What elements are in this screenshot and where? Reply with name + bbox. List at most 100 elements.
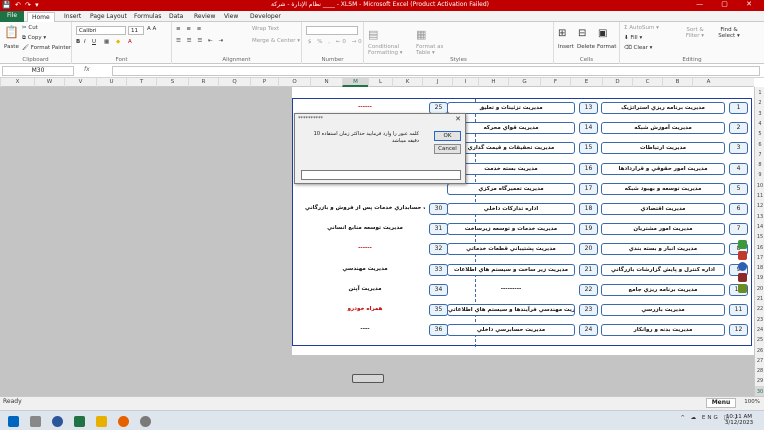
sheet-tab-menu[interactable]: Menu <box>706 398 736 408</box>
menu-item-label[interactable]: مديريت بسته خدمت <box>447 162 575 175</box>
menu-item-7[interactable]: 7 مديريت امور مشتريان <box>601 223 749 236</box>
menu-item-number[interactable]: 36 <box>429 324 448 337</box>
window-controls[interactable]: — ▢ ✕ <box>696 0 760 8</box>
menu-item-label[interactable]: مديريت امور حقوقي و قراردادها <box>601 162 725 175</box>
column-header-V[interactable]: V <box>64 78 96 87</box>
menu-item-label[interactable]: مديريت آموزش شبکه <box>601 122 725 135</box>
menu-item-number[interactable]: 20 <box>579 243 598 256</box>
star-icon[interactable] <box>737 262 747 271</box>
menu-item-label[interactable]: مديريت آپتن <box>305 284 425 296</box>
align-left-icons[interactable]: ☰ ☰ ☰ ⇤ ⇥ <box>176 38 225 44</box>
autosum-button[interactable]: Σ AutoSum ▾ <box>624 25 659 31</box>
folder-icon[interactable] <box>737 284 747 293</box>
menu-item-label[interactable]: مديريت بازرسي <box>601 304 725 316</box>
menu-item-number[interactable]: 6 <box>729 203 748 215</box>
paste-button[interactable]: Paste <box>4 44 19 50</box>
menu-item-3[interactable]: 3 مديريت ارتباطات <box>601 142 749 155</box>
column-header-P[interactable]: P <box>250 78 278 87</box>
menu-item-label[interactable]: اداره كنترل و پايش گزارشات بازرگاني <box>601 263 725 276</box>
password-input[interactable] <box>301 170 461 180</box>
menu-item-number[interactable]: 15 <box>579 142 598 155</box>
menu-item-label[interactable]: مديريت قواي محركه <box>447 122 575 135</box>
menu-item-number[interactable]: 14 <box>579 122 598 135</box>
tab-insert[interactable]: Insert <box>60 12 85 22</box>
copy-button[interactable]: ⧉ Copy ▾ <box>22 35 46 42</box>
zoom-level[interactable]: 100% <box>744 399 760 405</box>
book-icon[interactable] <box>737 273 747 282</box>
menu-item-21[interactable]: 21 مديريت زير ساخت و سيستم هاي اطلاعات <box>447 263 599 276</box>
fx-icon[interactable]: fx <box>84 66 90 73</box>
menu-item-number[interactable]: 22 <box>579 283 598 296</box>
menu-item-number[interactable]: 30 <box>429 203 448 215</box>
format-as-table-button[interactable]: Format as Table ▾ <box>416 44 446 56</box>
menu-item-number[interactable]: 7 <box>729 223 748 236</box>
menu-item-label[interactable]: مديريت ارتباطات <box>601 142 725 155</box>
format-cells-icon[interactable]: ▣ <box>598 28 607 39</box>
menu-item-label[interactable]: مديريت اقتصادي <box>601 203 725 215</box>
menu-item-label[interactable]: مديريت خدمات و توسعه زيرساخت <box>447 223 575 236</box>
column-header-N[interactable]: N <box>310 78 342 87</box>
menu-item-22[interactable]: 22 --------- <box>447 283 599 296</box>
menu-item-number[interactable]: 32 <box>429 243 448 256</box>
column-header-H[interactable]: H <box>478 78 508 87</box>
task-view-icon[interactable] <box>30 416 41 427</box>
menu-item-number[interactable]: 12 <box>729 324 748 337</box>
column-header-Q[interactable]: Q <box>218 78 250 87</box>
column-header-E[interactable]: E <box>570 78 602 87</box>
menu-item-label[interactable]: مديريت تعميرگاه مركزي <box>447 182 575 195</box>
menu-item-number[interactable]: 3 <box>729 142 748 155</box>
menu-item-number[interactable]: 21 <box>579 263 598 276</box>
column-header-C[interactable]: C <box>632 78 662 87</box>
tab-view[interactable]: View <box>220 12 242 22</box>
column-header-D[interactable]: D <box>602 78 632 87</box>
menu-item-label[interactable]: مديريت تحقيقات و قيمت گذاري <box>447 142 575 155</box>
menu-item-label[interactable]: همراه خودرو <box>305 304 425 316</box>
menu-item-10[interactable]: 10مديريت برنامه ريزي جامع <box>601 283 749 296</box>
format-table-icon[interactable]: ▦ <box>416 28 426 41</box>
settings-icon[interactable] <box>140 416 151 427</box>
insert-cells-icon[interactable]: ⊞ <box>558 28 566 39</box>
menu-item-19[interactable]: 19 مديريت خدمات و توسعه زيرساخت <box>447 223 599 236</box>
tab-home[interactable]: Home <box>27 12 55 22</box>
column-header-F[interactable]: F <box>540 78 570 87</box>
menu-item-33[interactable]: 33 مديريت مهندسي <box>305 263 449 276</box>
font-size-select[interactable]: 11 <box>128 26 144 35</box>
delete-cells-icon[interactable]: ⊟ <box>578 28 586 39</box>
green-lock-icon[interactable] <box>737 240 747 249</box>
menu-item-30[interactable]: 30 مديريت حسابداري خدمات پس از فروش و باز… <box>305 203 449 215</box>
delete-cells-button[interactable]: Delete <box>577 44 595 50</box>
menu-item-12[interactable]: 12 مديريت بدنه و روانكار <box>601 324 749 337</box>
number-format-select[interactable] <box>306 26 358 35</box>
align-top-icons[interactable]: ≡ ≡ ≡ <box>176 26 203 32</box>
column-header-W[interactable]: W <box>34 78 64 87</box>
column-header-G[interactable]: G <box>508 78 540 87</box>
menu-item-label[interactable]: مديريت پشتيباني قطعات خدماتي <box>447 243 575 256</box>
menu-item-number[interactable]: 17 <box>579 182 598 195</box>
quick-access-toolbar[interactable]: 💾 ↶ ↷ ▾ <box>2 1 40 9</box>
menu-item-label[interactable]: مديريت بدنه و روانكار <box>601 324 725 337</box>
menu-item-label[interactable]: ---- <box>305 324 425 336</box>
menu-item-label[interactable]: مديريت مهندسي فرآيندها و سيستم هاي اطلاع… <box>447 304 575 316</box>
column-header-S[interactable]: S <box>156 78 188 87</box>
menu-item-9[interactable]: 9اداره كنترل و پايش گزارشات بازرگاني <box>601 263 749 276</box>
column-header-X[interactable]: X <box>0 78 34 87</box>
menu-item-number[interactable]: 33 <box>429 263 448 276</box>
underline-icon[interactable]: U <box>92 39 96 45</box>
insert-cells-button[interactable]: Insert <box>558 44 574 50</box>
wrap-text-button[interactable]: Wrap Text <box>252 26 279 32</box>
menu-item-13[interactable]: 13 مديريت تزئينات و تعليق <box>447 102 599 114</box>
clock[interactable]: 10:11 AM 3/12/2023 <box>719 414 759 426</box>
cancel-button[interactable]: Cancel <box>434 144 461 154</box>
column-header-K[interactable]: K <box>392 78 422 87</box>
close-icon[interactable]: ✕ <box>455 115 461 123</box>
red-flag-icon[interactable] <box>737 251 747 260</box>
menu-item-label[interactable]: مديريت حسابرسي داخلي <box>447 324 575 337</box>
column-header-B[interactable]: B <box>662 78 692 87</box>
menu-item-35[interactable]: 35 همراه خودرو <box>305 304 449 316</box>
menu-item-number[interactable]: 2 <box>729 122 748 135</box>
menu-item-5[interactable]: 5 مديريت توسعه و بهبود شبكه <box>601 182 749 195</box>
menu-item-number[interactable]: 18 <box>579 203 598 215</box>
column-header-I[interactable]: I <box>452 78 478 87</box>
fill-color-icon[interactable]: ◆ <box>116 39 120 45</box>
menu-item-label[interactable]: مديريت تزئينات و تعليق <box>447 102 575 114</box>
